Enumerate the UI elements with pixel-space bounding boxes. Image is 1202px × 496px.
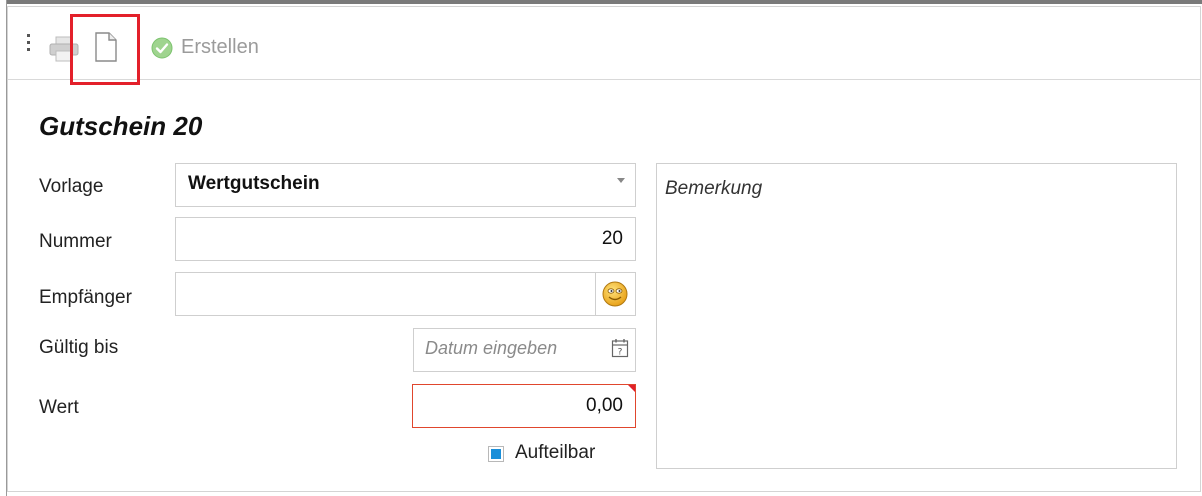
highlight-box [70, 14, 140, 85]
template-label: Vorlage [39, 176, 104, 197]
divisible-label[interactable]: Aufteilbar [515, 442, 595, 464]
number-label: Nummer [39, 231, 112, 252]
window-left-border [0, 0, 7, 496]
calendar-icon[interactable]: ? [611, 338, 629, 358]
remark-placeholder: Bemerkung [665, 178, 763, 199]
valid-until-placeholder: Datum eingeben [425, 338, 558, 358]
svg-text:?: ? [618, 348, 623, 358]
recipient-field[interactable] [175, 272, 636, 316]
number-value: 20 [601, 228, 623, 249]
remark-textarea[interactable]: Bemerkung [656, 163, 1177, 469]
toolbar-grip[interactable] [27, 34, 31, 60]
window-top-border [0, 0, 1202, 4]
valid-until-date-field[interactable]: Datum eingeben ? [413, 328, 636, 372]
template-select-value: Wertgutschein [188, 173, 320, 194]
number-field[interactable]: 20 [175, 217, 636, 261]
checkbox-indicator [491, 449, 501, 459]
page-title: Gutschein 20 [39, 111, 203, 141]
smiley-icon [602, 281, 628, 307]
chevron-down-icon[interactable] [617, 178, 625, 183]
template-select[interactable]: Wertgutschein [175, 163, 636, 207]
recipient-lookup-button[interactable] [595, 273, 635, 315]
value-field[interactable]: 0,00 [412, 384, 636, 428]
value-label: Wert [39, 397, 79, 418]
valid-until-label: Gültig bis [39, 337, 119, 358]
validation-error-flag [628, 385, 635, 392]
toolbar: Erstellen [8, 7, 1200, 80]
create-button-label[interactable]: Erstellen [181, 36, 259, 59]
divisible-checkbox[interactable] [488, 446, 504, 462]
voucher-panel: Erstellen Gutschein 20 Vorlage Wertgutsc… [7, 6, 1201, 492]
check-circle-icon[interactable] [151, 37, 173, 59]
recipient-label: Empfänger [39, 287, 132, 308]
value-amount: 0,00 [586, 395, 623, 416]
